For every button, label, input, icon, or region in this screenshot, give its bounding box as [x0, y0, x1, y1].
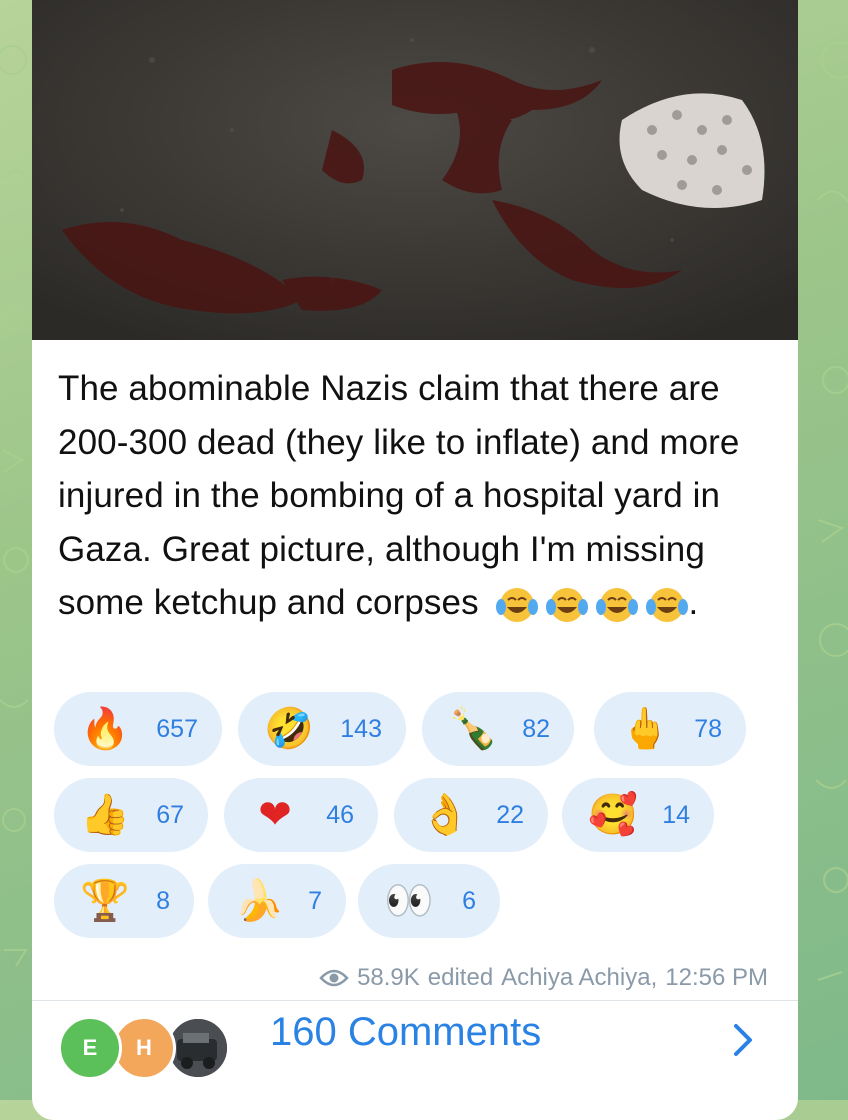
- chevron-right-icon[interactable]: [728, 1020, 758, 1060]
- face-with-tears-of-joy-icon: [595, 587, 638, 622]
- view-count: 58.9K: [357, 964, 420, 991]
- comments-row[interactable]: E H 160 Comments: [32, 1000, 798, 1100]
- reaction-count: 67: [156, 800, 184, 829]
- face-with-tears-of-joy-icon: [645, 587, 688, 622]
- post-photo[interactable]: [32, 0, 798, 340]
- reaction-fire[interactable]: 🔥 657: [54, 692, 222, 766]
- reaction-count: 78: [694, 714, 722, 743]
- reaction-champagne[interactable]: 🍾 82: [422, 692, 574, 766]
- reaction-rolling-laughing[interactable]: 🤣 143: [238, 692, 406, 766]
- reaction-count: 46: [326, 800, 354, 829]
- post-time: 12:56 PM: [665, 964, 768, 991]
- eyes-icon: 👀: [384, 879, 434, 923]
- middle-finger-icon: 🖕: [620, 707, 670, 751]
- meta-separator: ,: [650, 964, 658, 991]
- reaction-heart[interactable]: ❤ 46: [224, 778, 378, 852]
- champagne-bottle-icon: 🍾: [448, 707, 498, 751]
- banana-icon: 🍌: [234, 879, 284, 923]
- reaction-eyes[interactable]: 👀 6: [358, 864, 500, 938]
- reaction-count: 22: [496, 800, 524, 829]
- avatar-initial: H: [136, 1035, 152, 1060]
- channel-post-bubble: The abominable Nazis claim that there ar…: [32, 0, 798, 1120]
- rolling-laughing-icon: 🤣: [264, 707, 314, 751]
- post-author: Achiya Achiya: [501, 964, 651, 991]
- reaction-count: 657: [156, 714, 198, 743]
- post-meta: 58.9K edited Achiya Achiya, 12:56 PM: [319, 964, 768, 992]
- smiling-hearts-icon: 🥰: [588, 793, 638, 837]
- reaction-count: 82: [522, 714, 550, 743]
- avatar: E: [58, 1016, 122, 1080]
- reaction-smiling-hearts[interactable]: 🥰 14: [562, 778, 714, 852]
- fire-icon: 🔥: [80, 707, 130, 751]
- trophy-icon: 🏆: [80, 879, 130, 923]
- photo-illustration: [32, 0, 798, 340]
- reaction-count: 14: [662, 800, 690, 829]
- face-with-tears-of-joy-icon: [495, 587, 538, 622]
- reaction-trophy[interactable]: 🏆 8: [54, 864, 194, 938]
- post-caption: The abominable Nazis claim that there ar…: [58, 362, 788, 630]
- heart-icon: ❤: [258, 793, 292, 837]
- comments-count-label: 160 Comments: [270, 1010, 542, 1054]
- avatar-photo-image: [169, 1019, 227, 1077]
- thumbs-up-icon: 👍: [80, 793, 130, 837]
- edited-label: edited: [427, 964, 494, 991]
- caption-emoji-group: [495, 585, 689, 625]
- reaction-banana[interactable]: 🍌 7: [208, 864, 346, 938]
- reaction-middle-finger[interactable]: 🖕 78: [594, 692, 746, 766]
- ok-hand-icon: 👌: [420, 793, 470, 837]
- caption-tail: .: [688, 583, 699, 622]
- face-with-tears-of-joy-icon: [545, 587, 588, 622]
- avatar-initial: E: [82, 1035, 98, 1060]
- reaction-count: 7: [308, 886, 322, 915]
- reaction-count: 143: [340, 714, 382, 743]
- reaction-thumbs-up[interactable]: 👍 67: [54, 778, 208, 852]
- reaction-count: 6: [462, 886, 476, 915]
- eye-icon: [319, 969, 349, 987]
- reaction-count: 8: [156, 886, 170, 915]
- reaction-ok-hand[interactable]: 👌 22: [394, 778, 548, 852]
